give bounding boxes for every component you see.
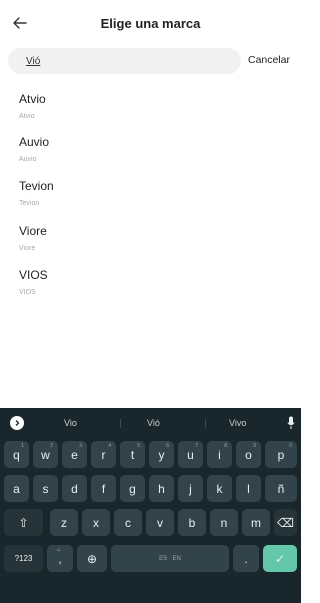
search-row: Cancelar <box>0 48 301 74</box>
key-label: t <box>130 447 135 462</box>
result-subtitle: Auvio <box>19 156 37 163</box>
key-hint: 0 <box>289 443 292 449</box>
key-hint: 2 <box>50 443 53 449</box>
key-t[interactable]: t5 <box>120 441 145 468</box>
list-item[interactable]: Viore Viore <box>19 224 269 264</box>
key-o[interactable]: o9 <box>236 441 261 468</box>
backspace-key[interactable]: ⌫ <box>274 509 297 536</box>
key-w[interactable]: w2 <box>33 441 58 468</box>
page-title: Elige una marca <box>100 15 201 31</box>
key-hint: 9 <box>253 443 256 449</box>
result-subtitle: VIOS <box>19 289 36 296</box>
key-label: e <box>71 447 78 462</box>
key-hint: 8 <box>224 443 227 449</box>
microphone-icon[interactable] <box>287 416 295 430</box>
suggestion-2[interactable]: Vió <box>147 418 160 428</box>
suggestion-strip: Vio Vió Vivo <box>0 408 301 438</box>
key-v[interactable]: v <box>146 509 174 536</box>
comma-key[interactable]: , ☺ <box>47 545 73 572</box>
key-h[interactable]: h <box>149 475 174 502</box>
key-r[interactable]: r4 <box>91 441 116 468</box>
key-label: y <box>158 447 165 462</box>
result-subtitle: Tevion <box>19 200 40 207</box>
search-input[interactable] <box>26 55 241 67</box>
key-p[interactable]: p0 <box>265 441 297 468</box>
key-x[interactable]: x <box>82 509 110 536</box>
soft-keyboard: Vio Vió Vivo q1 w2 e3 r4 t5 y6 u7 i8 o9 … <box>0 408 301 603</box>
search-box[interactable] <box>8 48 241 74</box>
key-g[interactable]: g <box>120 475 145 502</box>
key-label: i <box>218 447 221 462</box>
enter-key[interactable]: ✓ <box>263 545 297 572</box>
key-e[interactable]: e3 <box>62 441 87 468</box>
suggestion-divider <box>205 419 206 428</box>
period-key[interactable]: . <box>233 545 259 572</box>
key-y[interactable]: y6 <box>149 441 174 468</box>
key-d[interactable]: d <box>62 475 87 502</box>
list-item[interactable]: Tevion Tevion <box>19 179 269 219</box>
key-l[interactable]: l <box>236 475 261 502</box>
result-name: Viore <box>19 224 47 238</box>
emoji-icon: ☺ <box>56 547 62 553</box>
arrow-left-icon[interactable] <box>10 13 30 33</box>
result-name: Tevion <box>19 179 54 193</box>
key-n[interactable]: n <box>210 509 238 536</box>
result-name: Atvio <box>19 92 46 106</box>
suggestion-1[interactable]: Vio <box>64 418 77 428</box>
key-label: p <box>277 447 285 462</box>
key-s[interactable]: s <box>33 475 58 502</box>
suggestion-divider <box>120 419 121 428</box>
key-q[interactable]: q1 <box>4 441 29 468</box>
key-k[interactable]: k <box>207 475 232 502</box>
key-label: q <box>13 447 20 462</box>
list-item[interactable]: Atvio Atvio <box>19 92 269 132</box>
key-hint: 1 <box>21 443 24 449</box>
key-u[interactable]: u7 <box>178 441 203 468</box>
key-f[interactable]: f <box>91 475 116 502</box>
space-key[interactable]: ES · EN <box>111 545 229 572</box>
key-label: r <box>101 447 106 462</box>
key-label: , <box>58 551 62 566</box>
result-subtitle: Viore <box>19 245 36 252</box>
key-hint: 7 <box>195 443 198 449</box>
key-i[interactable]: i8 <box>207 441 232 468</box>
key-c[interactable]: c <box>114 509 142 536</box>
shift-key[interactable]: ⇧ <box>4 509 43 536</box>
key-a[interactable]: a <box>4 475 29 502</box>
key-label: w <box>41 447 50 462</box>
result-subtitle: Atvio <box>19 113 35 120</box>
key-hint: 4 <box>108 443 111 449</box>
key-label: u <box>187 447 194 462</box>
key-z[interactable]: z <box>50 509 78 536</box>
key-b[interactable]: b <box>178 509 206 536</box>
symbols-key[interactable]: ?123 <box>4 545 43 572</box>
key-m[interactable]: m <box>242 509 270 536</box>
key-hint: 5 <box>137 443 140 449</box>
result-name: Auvio <box>19 135 50 149</box>
globe-icon[interactable]: ⊕ <box>77 545 107 572</box>
top-app-bar: Elige una marca <box>0 0 301 46</box>
key-enye[interactable]: ñ <box>265 475 297 502</box>
key-j[interactable]: j <box>178 475 203 502</box>
suggestion-3[interactable]: Vivo <box>229 418 246 428</box>
result-name: VIOS <box>19 268 48 282</box>
list-item[interactable]: VIOS VIOS <box>19 268 269 308</box>
key-hint: 6 <box>166 443 169 449</box>
key-label: o <box>245 447 252 462</box>
chevron-right-icon[interactable] <box>10 416 24 430</box>
cancel-button[interactable]: Cancelar <box>248 54 290 66</box>
list-item[interactable]: Auvio Auvio <box>19 135 269 175</box>
key-hint: 3 <box>79 443 82 449</box>
